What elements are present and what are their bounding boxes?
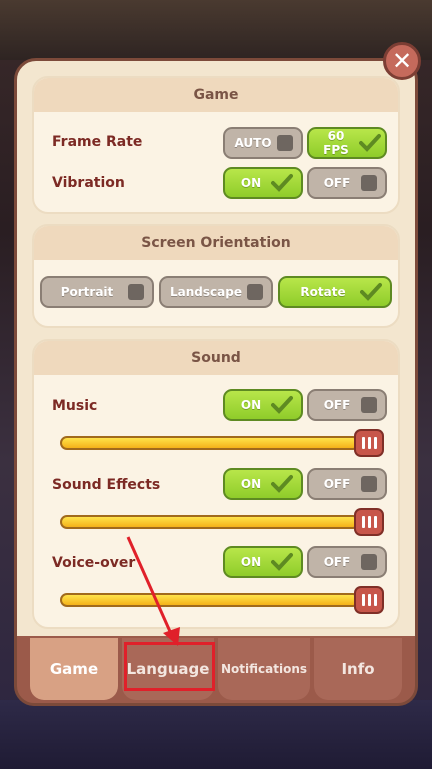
annotation-arrow-icon: [126, 536, 180, 646]
